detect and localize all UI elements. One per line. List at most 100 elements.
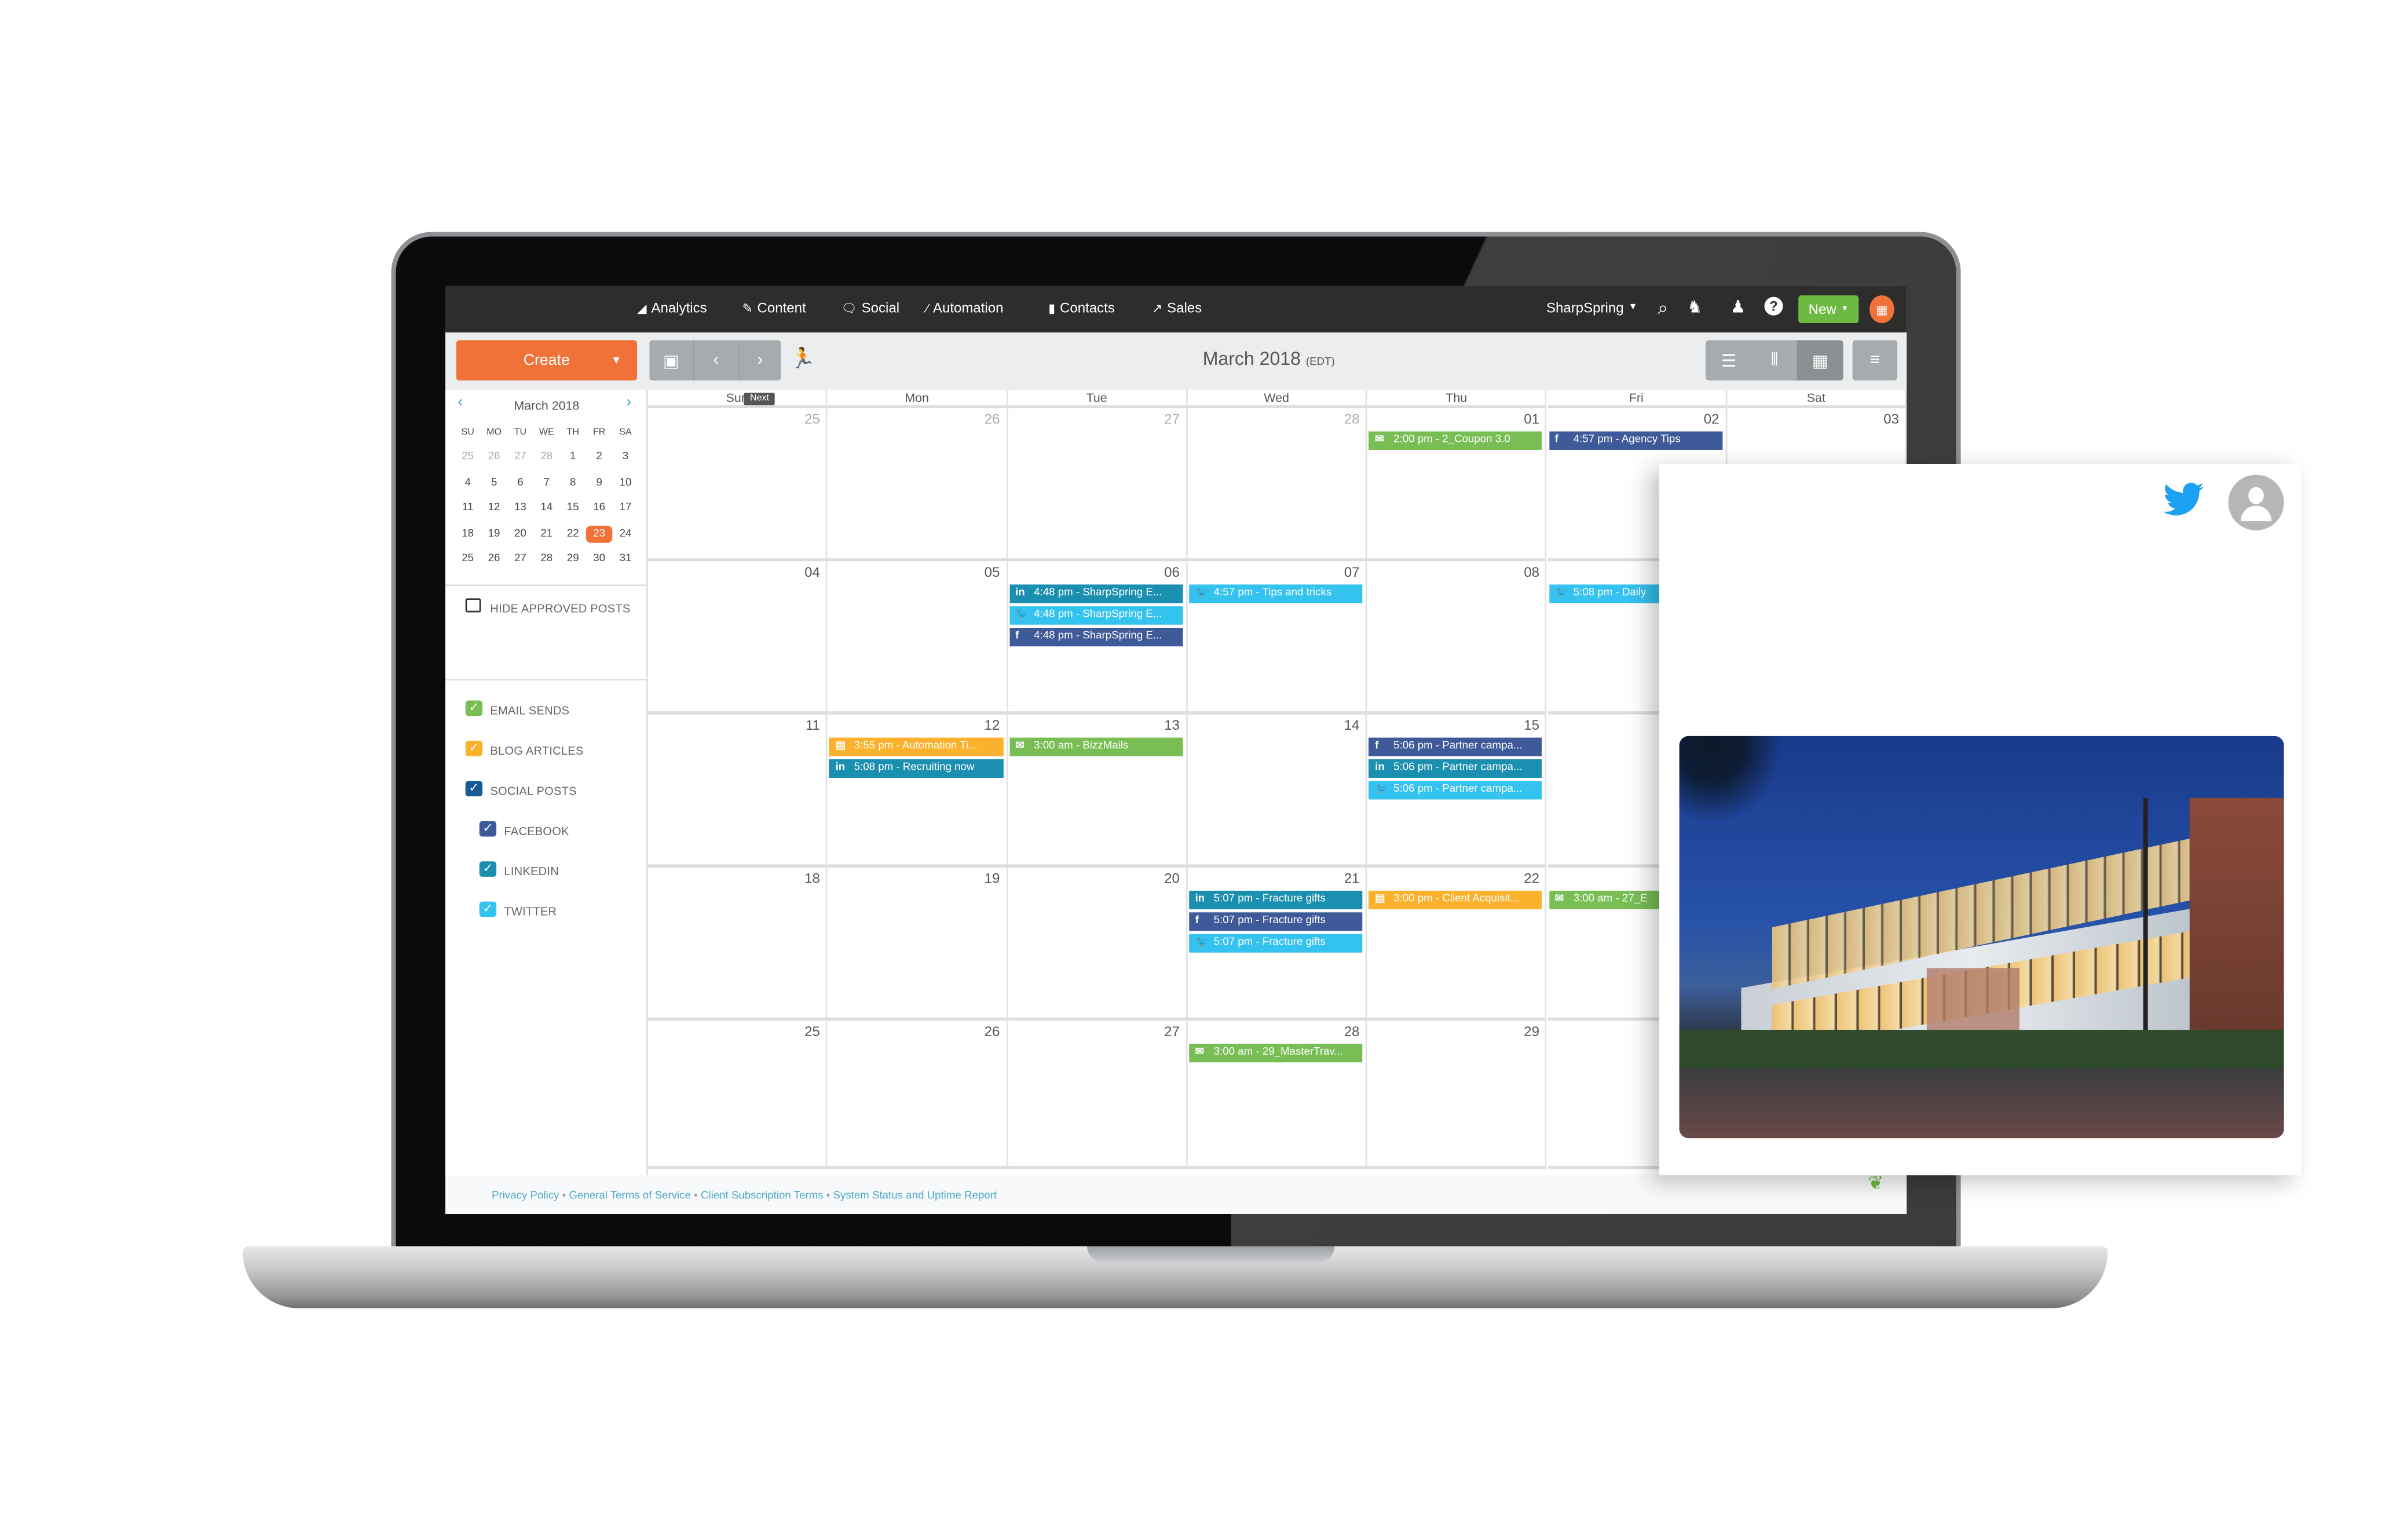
mini-day[interactable]: 28 xyxy=(533,554,559,565)
mini-day[interactable]: 20 xyxy=(507,528,533,539)
blog-articles-checkbox[interactable]: ✓ xyxy=(465,740,483,756)
day-cell[interactable]: 28 xyxy=(1187,408,1367,562)
mini-day[interactable]: 10 xyxy=(612,477,638,488)
system-status-link[interactable]: System Status and Uptime Report xyxy=(833,1191,997,1202)
calendar-event-twitter[interactable]: 🐦 5:06 pm - Partner campa... xyxy=(1369,781,1543,800)
linkedin-checkbox[interactable]: ✓ xyxy=(479,861,497,877)
user-icon[interactable]: ♟ xyxy=(1731,297,1746,317)
calendar-event-linkedin[interactable]: in 5:06 pm - Partner campa... xyxy=(1369,759,1543,778)
day-cell[interactable]: 26 xyxy=(828,408,1008,562)
search-icon[interactable]: ⌕ xyxy=(1658,297,1668,320)
calendar-event-twitter[interactable]: 🐦 4:48 pm - SharpSpring E... xyxy=(1009,606,1183,625)
day-cell[interactable]: 12 ▤ 3:55 pm - Automation Ti... in 5:08 pm -… xyxy=(828,714,1008,868)
nav-item-sales[interactable]: ↗ Sales xyxy=(1152,300,1202,316)
day-cell[interactable]: 07 🐦 4:57 pm - Tips and tricks xyxy=(1187,561,1367,715)
menu-button[interactable]: ≡ xyxy=(1852,340,1898,381)
mini-day[interactable]: 17 xyxy=(612,503,638,514)
calendar-event-facebook[interactable]: f 5:06 pm - Partner campa... xyxy=(1369,737,1543,756)
mini-day[interactable]: 28 xyxy=(533,452,559,463)
help-icon[interactable]: ? xyxy=(1764,297,1783,316)
mini-day[interactable]: 25 xyxy=(455,452,481,463)
mini-day[interactable]: 11 xyxy=(455,503,481,514)
mini-day[interactable]: 27 xyxy=(507,452,533,463)
calendar-event-facebook[interactable]: f 5:07 pm - Fracture gifts xyxy=(1188,912,1363,931)
nav-item-social[interactable]: 🗨 Social xyxy=(841,300,899,316)
mini-day[interactable]: 18 xyxy=(455,528,481,539)
mini-day[interactable]: 1 xyxy=(560,452,586,463)
mini-day[interactable]: 7 xyxy=(533,477,559,488)
twitter-checkbox[interactable]: ✓ xyxy=(479,901,497,917)
account-menu[interactable]: SharpSpring ▼ xyxy=(1546,300,1638,316)
create-button[interactable]: Create ▼ xyxy=(456,340,638,381)
mini-day[interactable]: 6 xyxy=(507,477,533,488)
nav-item-automation[interactable]: ⁄ Automation xyxy=(926,300,1003,316)
mini-day[interactable]: 8 xyxy=(560,477,586,488)
day-cell[interactable]: 28 ✉ 3:00 am - 29_MasterTrav... xyxy=(1187,1020,1367,1169)
mini-day[interactable]: 4 xyxy=(455,477,481,488)
day-cell[interactable]: 27 xyxy=(1007,1020,1188,1169)
calendar-event-email[interactable]: ✉ 3:00 am - BizzMails xyxy=(1009,737,1183,756)
today-button[interactable]: ▣ xyxy=(649,340,693,381)
day-cell[interactable]: 08 xyxy=(1367,561,1547,715)
mini-day[interactable]: 27 xyxy=(507,554,533,565)
day-cell[interactable]: 21 in 5:07 pm - Fracture gifts f 5:07 pm - F… xyxy=(1187,867,1367,1021)
mini-day[interactable]: 29 xyxy=(560,554,586,565)
email-sends-checkbox[interactable]: ✓ xyxy=(465,700,483,716)
mini-day[interactable]: 31 xyxy=(612,554,638,565)
view-week-button[interactable]: ⦀ xyxy=(1752,340,1797,381)
nav-item-analytics[interactable]: ◢ Analytics xyxy=(637,300,707,316)
day-cell[interactable]: 25 xyxy=(647,408,828,562)
day-cell[interactable]: 01 ✉ 2:00 pm - 2_Coupon 3.0 xyxy=(1367,408,1547,562)
facebook-checkbox[interactable]: ✓ xyxy=(479,821,497,837)
day-cell[interactable]: 11 xyxy=(647,714,828,868)
privacy-policy-link[interactable]: Privacy Policy xyxy=(492,1191,559,1202)
mini-day[interactable]: 3 xyxy=(612,452,638,463)
calendar-event-blog[interactable]: ▤ 3:55 pm - Automation Ti... xyxy=(829,737,1003,756)
day-cell[interactable]: 05 xyxy=(828,561,1008,715)
day-cell[interactable]: 19 xyxy=(828,867,1008,1021)
calendar-event-linkedin[interactable]: in 5:07 pm - Fracture gifts xyxy=(1188,890,1363,909)
nav-item-contacts[interactable]: ▮ Contacts xyxy=(1048,300,1115,316)
calendar-event-twitter[interactable]: 🐦 5:07 pm - Fracture gifts xyxy=(1188,934,1363,953)
calendar-event-blog[interactable]: ▤ 3:00 pm - Client Acquisit... xyxy=(1369,890,1543,909)
day-cell[interactable]: 20 xyxy=(1007,867,1188,1021)
day-cell[interactable]: 14 xyxy=(1187,714,1367,868)
new-button[interactable]: New ▼ xyxy=(1798,295,1859,324)
pegasus-icon[interactable]: ♞ xyxy=(1687,297,1702,317)
calendar-event-linkedin[interactable]: in 5:08 pm - Recruiting now xyxy=(829,759,1003,778)
mini-day[interactable]: 21 xyxy=(533,528,559,539)
view-list-button[interactable]: ☰ xyxy=(1706,340,1753,381)
mini-day[interactable]: 19 xyxy=(481,528,507,539)
running-figure-icon[interactable]: 🏃 xyxy=(790,346,815,371)
mini-day[interactable]: 2 xyxy=(586,452,612,463)
calendar-app-icon[interactable]: ▦ xyxy=(1870,295,1894,324)
mini-day[interactable]: 26 xyxy=(481,554,507,565)
mini-day-today[interactable]: 23 xyxy=(586,525,613,542)
mini-day[interactable]: 30 xyxy=(586,554,612,565)
day-cell[interactable]: 04 xyxy=(647,561,828,715)
calendar-event-email[interactable]: ✉ 3:00 am - 29_MasterTrav... xyxy=(1188,1044,1363,1063)
calendar-event-twitter[interactable]: 🐦 4:57 pm - Tips and tricks xyxy=(1188,584,1363,603)
prev-button[interactable]: ‹ xyxy=(693,340,738,381)
calendar-event-facebook[interactable]: f 4:57 pm - Agency Tips xyxy=(1549,431,1722,450)
day-cell[interactable]: 29 xyxy=(1367,1020,1547,1169)
subscription-terms-link[interactable]: Client Subscription Terms xyxy=(701,1191,824,1202)
mini-day[interactable]: 15 xyxy=(560,503,586,514)
mini-day[interactable]: 26 xyxy=(481,452,507,463)
day-cell[interactable]: 13 ✉ 3:00 am - BizzMails xyxy=(1007,714,1188,868)
mini-day[interactable]: 14 xyxy=(533,503,559,514)
mini-day[interactable]: 16 xyxy=(586,503,612,514)
nav-item-content[interactable]: ✎ Content xyxy=(742,300,806,316)
mini-day[interactable]: 12 xyxy=(481,503,507,514)
mini-next-icon[interactable]: › xyxy=(626,394,631,411)
view-month-button[interactable]: ▦ xyxy=(1797,340,1843,381)
mini-day[interactable]: 24 xyxy=(612,528,638,539)
mini-day[interactable]: 5 xyxy=(481,477,507,488)
day-cell[interactable]: 26 xyxy=(828,1020,1008,1169)
day-cell[interactable]: 27 xyxy=(1007,408,1188,562)
day-cell[interactable]: 25 xyxy=(647,1020,828,1169)
day-cell[interactable]: 15 f 5:06 pm - Partner campa... in 5:06 pm -… xyxy=(1367,714,1547,868)
mini-day[interactable]: 25 xyxy=(455,554,481,565)
calendar-event-email[interactable]: ✉ 2:00 pm - 2_Coupon 3.0 xyxy=(1369,431,1543,450)
mini-day[interactable]: 9 xyxy=(586,477,612,488)
